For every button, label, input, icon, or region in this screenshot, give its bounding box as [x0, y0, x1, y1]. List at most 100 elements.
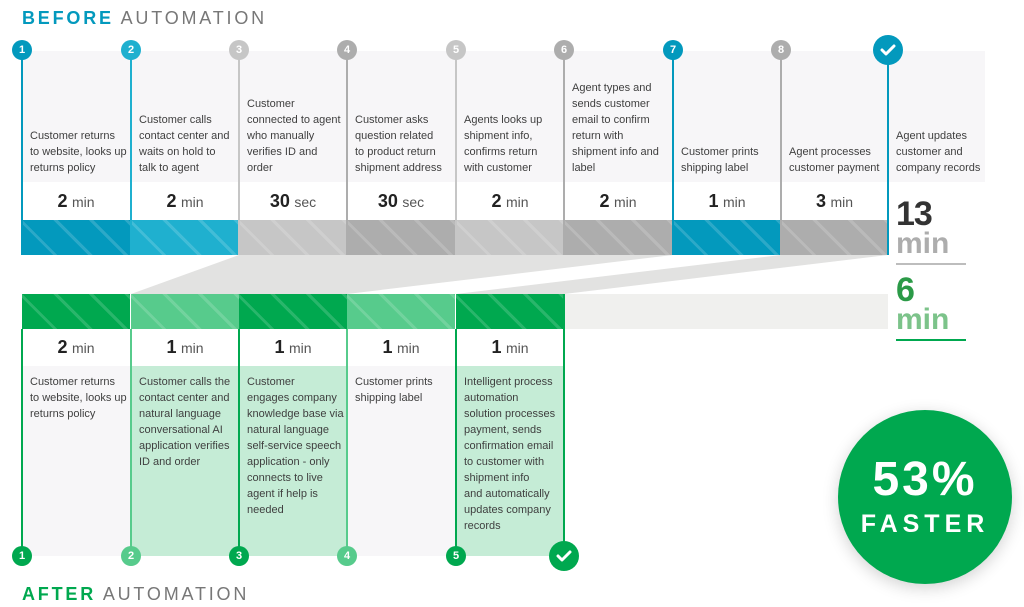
step-duration: 2 min — [22, 329, 130, 366]
step-number-badge: 4 — [337, 40, 357, 60]
after-step-1: 2 min Customer returns to website, looks… — [12, 294, 130, 566]
step-duration: 2 min — [22, 182, 130, 220]
after-step-2: 1 min Customer calls the contact center … — [121, 294, 239, 566]
duration-unit: sec — [402, 194, 425, 210]
check-icon — [873, 35, 903, 65]
before-step-2: 2 Customer calls contact center and wait… — [121, 40, 239, 255]
duration-bar — [131, 220, 239, 255]
step-number-badge: 5 — [446, 40, 466, 60]
step-duration: 30 sec — [239, 182, 347, 220]
step-line — [455, 329, 457, 556]
step-description: Customer asks question related to produc… — [355, 114, 442, 174]
duration-value: 30 — [269, 191, 290, 211]
after-final-step — [549, 294, 579, 571]
duration-unit: min — [71, 340, 95, 356]
total-underline — [896, 263, 966, 265]
step-line — [455, 50, 457, 255]
step-duration: 2 min — [564, 182, 672, 220]
step-description: Customer prints shipping label — [681, 146, 759, 174]
step-duration: 2 min — [456, 182, 564, 220]
step-number-badge: 6 — [554, 40, 574, 60]
duration-value: 2 — [599, 191, 610, 211]
duration-value: 2 — [166, 191, 177, 211]
step-description: Customer calls contact center and waits … — [139, 114, 230, 174]
step-duration: 1 min — [456, 329, 564, 366]
savings-label: FASTER — [860, 510, 990, 538]
step-description: Customer engages company knowledge base … — [247, 376, 344, 516]
step-number-badge: 7 — [663, 40, 683, 60]
duration-value: 2 — [57, 191, 68, 211]
step-number-badge: 3 — [229, 40, 249, 60]
before-step-4: 4 Customer asks question related to prod… — [337, 40, 455, 255]
step-number-badge: 1 — [12, 40, 32, 60]
total-value: 13 — [896, 195, 933, 233]
step-description: Customer prints shipping label — [355, 376, 433, 404]
step-duration: 1 min — [131, 329, 239, 366]
step-line — [563, 294, 565, 556]
before-total-time: 13 min — [896, 195, 966, 265]
step-duration: 3 min — [781, 182, 888, 220]
step-description: Customer returns to website, looks up re… — [30, 376, 127, 420]
check-icon — [549, 541, 579, 571]
duration-bar — [781, 220, 888, 255]
duration-unit: min — [613, 194, 637, 210]
duration-unit: sec — [294, 194, 317, 210]
duration-value: 30 — [377, 191, 398, 211]
step-description: Agent updates customer and company recor… — [896, 130, 981, 174]
step-description: Customer connected to agent who manually… — [247, 98, 341, 174]
duration-bar — [22, 220, 130, 255]
duration-unit: min — [288, 340, 312, 356]
step-description: Agents looks up shipment info, confirms … — [464, 114, 543, 174]
duration-bar — [564, 220, 672, 255]
title-rest: AUTOMATION — [102, 584, 250, 604]
before-step-1: 1 Customer returns to website, looks up … — [12, 40, 130, 255]
step-number-badge: 3 — [229, 546, 249, 566]
step-line — [238, 329, 240, 556]
duration-unit: min — [505, 340, 529, 356]
after-total-time: 6 min — [896, 273, 966, 341]
before-step-6: 6 Agent types and sends customer email t… — [554, 40, 672, 255]
after-step-4: 1 min Customer prints shipping label 4 — [337, 294, 455, 566]
step-number-badge: 2 — [121, 40, 141, 60]
step-number-badge: 8 — [771, 40, 791, 60]
duration-value: 1 — [491, 337, 502, 357]
savings-percent: 53% — [872, 453, 978, 506]
step-line — [21, 329, 23, 556]
step-duration: 2 min — [131, 182, 239, 220]
step-duration: 1 min — [239, 329, 347, 366]
step-number-badge: 1 — [12, 546, 32, 566]
title-strong: AFTER — [22, 584, 96, 604]
duration-unit: min — [71, 194, 95, 210]
duration-bar — [456, 220, 564, 255]
after-step-3: 1 min Customer engages company knowledge… — [229, 294, 347, 566]
step-line — [563, 50, 565, 255]
duration-value: 2 — [57, 337, 68, 357]
step-line — [130, 50, 132, 255]
after-step-5: 1 min Intelligent process automation sol… — [446, 294, 564, 566]
step-line — [130, 329, 132, 556]
step-description: Customer calls the contact center and na… — [139, 376, 231, 468]
duration-value: 1 — [166, 337, 177, 357]
step-number-badge: 2 — [121, 546, 141, 566]
duration-value: 1 — [382, 337, 393, 357]
duration-unit: min — [830, 194, 854, 210]
duration-unit: min — [722, 194, 746, 210]
duration-value: 3 — [815, 191, 826, 211]
total-unit: min — [896, 227, 950, 260]
savings-badge: 53% FASTER — [838, 410, 1012, 584]
duration-bar — [22, 294, 130, 329]
before-step-8: 8 Agent processes customer payment 3 min — [771, 40, 888, 255]
step-line — [346, 50, 348, 255]
duration-value: 2 — [491, 191, 502, 211]
step-line — [887, 50, 889, 255]
step-duration: 30 sec — [347, 182, 455, 220]
step-number-badge: 4 — [337, 546, 357, 566]
step-line — [238, 50, 240, 255]
duration-bar — [347, 220, 455, 255]
duration-bar — [456, 294, 564, 329]
step-description: Agent types and sends customer email to … — [572, 82, 659, 174]
saved-time-band — [564, 294, 888, 329]
step-description: Intelligent process automation solution … — [464, 376, 556, 532]
before-step-7: 7 Customer prints shipping label 1 min — [663, 40, 781, 255]
duration-value: 1 — [708, 191, 719, 211]
